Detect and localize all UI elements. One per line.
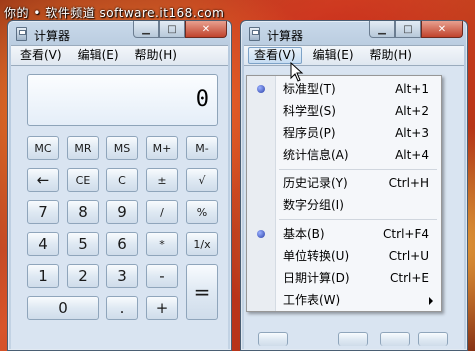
display: 0 bbox=[27, 74, 218, 126]
menu-item-scientific[interactable]: 科学型(S) Alt+2 bbox=[247, 100, 441, 122]
menu-edit[interactable]: 编辑(E) bbox=[73, 47, 124, 64]
plus-minus-button[interactable]: ± bbox=[146, 168, 178, 192]
digit-8-button[interactable]: 8 bbox=[67, 200, 99, 224]
decimal-button[interactable]: . bbox=[106, 296, 138, 320]
digit-6-button[interactable]: 6 bbox=[106, 232, 138, 256]
menu-item-digit-grouping[interactable]: 数字分组(I) bbox=[247, 194, 441, 216]
menu-help[interactable]: 帮助(H) bbox=[365, 47, 417, 64]
minimize-button[interactable]: ▁ bbox=[133, 21, 159, 38]
m-plus-button[interactable]: M+ bbox=[146, 136, 178, 160]
partial-key[interactable] bbox=[258, 332, 288, 346]
digit-9-button[interactable]: 9 bbox=[106, 200, 138, 224]
plus-button[interactable]: + bbox=[146, 296, 178, 320]
maximize-button[interactable]: □ bbox=[159, 21, 185, 38]
ms-button[interactable]: MS bbox=[106, 136, 138, 160]
menu-edit[interactable]: 编辑(E) bbox=[308, 47, 359, 64]
menu-item-programmer[interactable]: 程序员(P) Alt+3 bbox=[247, 122, 441, 144]
partial-key[interactable] bbox=[380, 332, 410, 346]
view-menu-dropdown: 标准型(T) Alt+1 科学型(S) Alt+2 程序员(P) Alt+3 统… bbox=[246, 75, 442, 312]
maximize-button[interactable]: □ bbox=[395, 21, 421, 38]
menu-separator bbox=[279, 219, 437, 220]
title-bar[interactable]: 计算器 ▁ □ ✕ bbox=[241, 21, 467, 45]
radio-bullet-icon bbox=[257, 85, 265, 93]
window-title: 计算器 bbox=[34, 29, 71, 43]
partial-key[interactable] bbox=[338, 332, 368, 346]
digit-1-button[interactable]: 1 bbox=[27, 264, 59, 288]
mc-button[interactable]: MC bbox=[27, 136, 59, 160]
backspace-button[interactable]: ← bbox=[27, 168, 59, 192]
digit-5-button[interactable]: 5 bbox=[67, 232, 99, 256]
menu-item-basic[interactable]: 基本(B) Ctrl+F4 bbox=[247, 223, 441, 245]
c-button[interactable]: C bbox=[106, 168, 138, 192]
menu-bar: 查看(V) 编辑(E) 帮助(H) bbox=[244, 45, 464, 66]
menu-view[interactable]: 查看(V) bbox=[15, 47, 67, 64]
multiply-button[interactable]: * bbox=[146, 232, 178, 256]
window-title: 计算器 bbox=[267, 29, 304, 43]
percent-button[interactable]: % bbox=[186, 200, 218, 224]
equals-button[interactable]: = bbox=[186, 264, 218, 320]
display-value: 0 bbox=[195, 87, 209, 112]
reciprocal-button[interactable]: 1/x bbox=[186, 232, 218, 256]
m-minus-button[interactable]: M- bbox=[186, 136, 218, 160]
digit-4-button[interactable]: 4 bbox=[27, 232, 59, 256]
calculator-window-left: 计算器 ▁ □ ✕ 查看(V) 编辑(E) 帮助(H) 0 MC MR MS M… bbox=[7, 20, 232, 351]
calculator-icon bbox=[249, 27, 260, 41]
menu-item-date-calculation[interactable]: 日期计算(D) Ctrl+E bbox=[247, 267, 441, 289]
menu-item-statistics[interactable]: 统计信息(A) Alt+4 bbox=[247, 144, 441, 166]
calculator-body: 0 MC MR MS M+ M- ← CE C ± √ 7 8 9 / % 4 … bbox=[11, 66, 228, 349]
menu-item-history[interactable]: 历史记录(Y) Ctrl+H bbox=[247, 172, 441, 194]
mr-button[interactable]: MR bbox=[67, 136, 99, 160]
digit-2-button[interactable]: 2 bbox=[67, 264, 99, 288]
ce-button[interactable]: CE bbox=[67, 168, 99, 192]
mouse-pointer-icon bbox=[290, 62, 304, 82]
menu-help[interactable]: 帮助(H) bbox=[130, 47, 182, 64]
menu-separator bbox=[279, 169, 437, 170]
digit-0-button[interactable]: 0 bbox=[27, 296, 99, 320]
menu-item-unit-conversion[interactable]: 单位转换(U) Ctrl+U bbox=[247, 245, 441, 267]
calculator-icon bbox=[16, 27, 27, 41]
minimize-button[interactable]: ▁ bbox=[369, 21, 395, 38]
close-button[interactable]: ✕ bbox=[421, 21, 463, 38]
digit-3-button[interactable]: 3 bbox=[106, 264, 138, 288]
menu-bar: 查看(V) 编辑(E) 帮助(H) bbox=[11, 45, 228, 66]
close-button[interactable]: ✕ bbox=[185, 21, 227, 38]
sqrt-button[interactable]: √ bbox=[186, 168, 218, 192]
menu-item-worksheets[interactable]: 工作表(W) bbox=[247, 289, 441, 311]
digit-7-button[interactable]: 7 bbox=[27, 200, 59, 224]
minus-button[interactable]: - bbox=[146, 264, 178, 288]
divide-button[interactable]: / bbox=[146, 200, 178, 224]
partial-key[interactable] bbox=[418, 332, 448, 346]
submenu-arrow-icon bbox=[429, 297, 433, 305]
watermark: 你的 • 软件频道 software.it168.com bbox=[4, 6, 225, 20]
title-bar[interactable]: 计算器 ▁ □ ✕ bbox=[8, 21, 231, 45]
menu-item-standard[interactable]: 标准型(T) Alt+1 bbox=[247, 78, 441, 100]
radio-bullet-icon bbox=[257, 230, 265, 238]
